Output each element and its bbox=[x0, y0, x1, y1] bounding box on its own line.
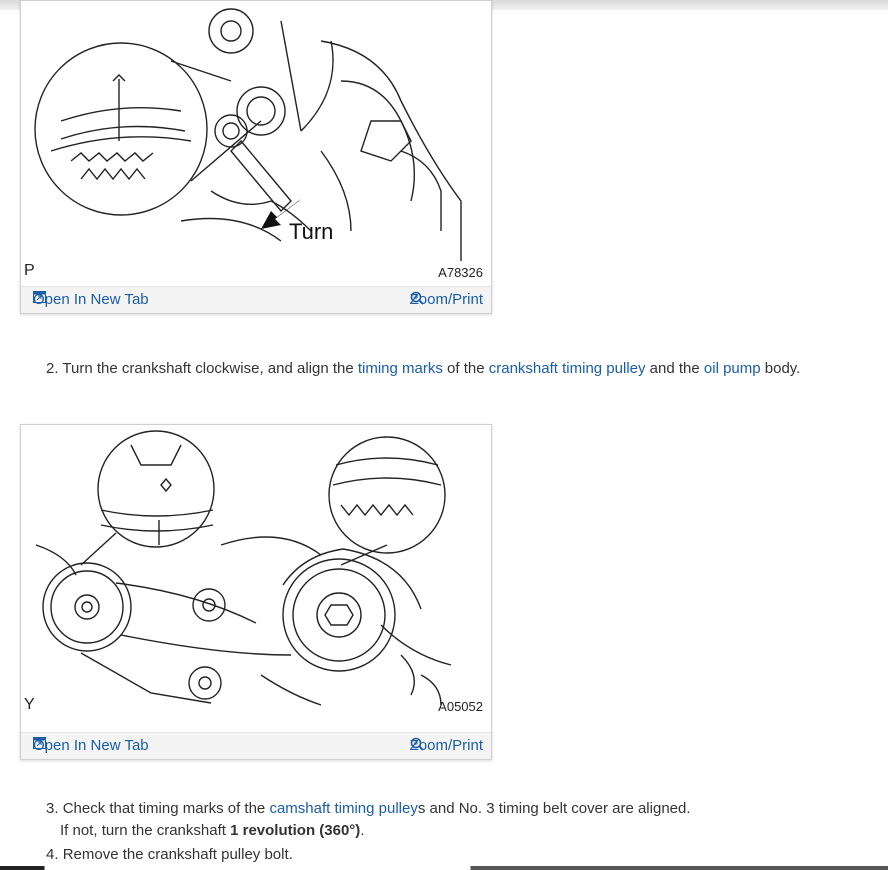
open-in-new-tab-link[interactable]: Open In New Tab bbox=[33, 291, 149, 308]
open-in-new-tab-label: Open In New Tab bbox=[33, 737, 149, 754]
engine-illustration-2 bbox=[35, 430, 452, 706]
note-bold: 1 revolution (360°) bbox=[230, 822, 361, 839]
link-oil-pump[interactable]: oil pump bbox=[704, 360, 761, 377]
step-text: Turn the crankshaft clockwise, and align… bbox=[62, 360, 354, 377]
step-3-note: If not, turn the crankshaft 1 revolution… bbox=[60, 822, 364, 839]
figure-image-timing-marks[interactable]: Y A05052 bbox=[21, 425, 491, 720]
turn-label: Turn bbox=[289, 219, 334, 244]
figure-actions: Open In New Tab Zoom/Print bbox=[21, 286, 491, 313]
bottom-edge bbox=[0, 866, 888, 870]
step-text: s and No. 3 timing belt cover are aligne… bbox=[417, 800, 691, 817]
step-4: 4. Remove the crankshaft pulley bolt. bbox=[46, 843, 293, 866]
figure-code: A78326 bbox=[438, 265, 483, 280]
zoom-print-link[interactable]: Zoom/Print bbox=[410, 291, 483, 308]
step-number: 4. bbox=[46, 846, 59, 863]
step-number: 3. bbox=[46, 800, 59, 817]
engine-illustration-1 bbox=[34, 8, 462, 261]
step-text: of the bbox=[447, 360, 485, 377]
figure-timing-marks: Y A05052 Open In New Tab Zoom/Print bbox=[20, 424, 492, 760]
figure-code: A05052 bbox=[438, 699, 483, 714]
zoom-print-link[interactable]: Zoom/Print bbox=[410, 737, 483, 754]
figure-crankshaft-turn: Turn P A78326 Open In New Tab Zoom/Print bbox=[20, 0, 492, 314]
open-in-new-tab-label: Open In New Tab bbox=[33, 291, 149, 308]
open-in-new-tab-icon bbox=[33, 737, 46, 749]
link-camshaft-timing-pulley[interactable]: camshaft timing pulley bbox=[269, 800, 417, 817]
step-text: body. bbox=[764, 360, 801, 377]
step-number: 2. bbox=[46, 360, 59, 377]
note-text: . bbox=[360, 822, 365, 839]
open-in-new-tab-icon bbox=[33, 291, 46, 303]
step-3: 3. Check that timing marks of the camsha… bbox=[46, 797, 691, 820]
step-text: Remove the crankshaft pulley bolt. bbox=[62, 846, 293, 863]
figure-actions: Open In New Tab Zoom/Print bbox=[21, 732, 491, 759]
zoom-magnifier-icon bbox=[410, 737, 424, 751]
step-text: Check that timing marks of the bbox=[62, 800, 266, 817]
zoom-magnifier-icon bbox=[410, 291, 424, 305]
step-2: 2. Turn the crankshaft clockwise, and al… bbox=[46, 357, 800, 380]
figure-letter: Y bbox=[24, 696, 35, 713]
link-crankshaft-timing-pulley[interactable]: crankshaft timing pulley bbox=[489, 360, 646, 377]
open-in-new-tab-link[interactable]: Open In New Tab bbox=[33, 737, 149, 754]
note-text: If not, turn the crankshaft bbox=[60, 822, 226, 839]
figure-image-crankshaft-turn[interactable]: Turn P A78326 bbox=[21, 1, 491, 286]
step-text: and the bbox=[649, 360, 700, 377]
link-timing-marks[interactable]: timing marks bbox=[358, 360, 443, 377]
figure-letter: P bbox=[24, 262, 35, 279]
